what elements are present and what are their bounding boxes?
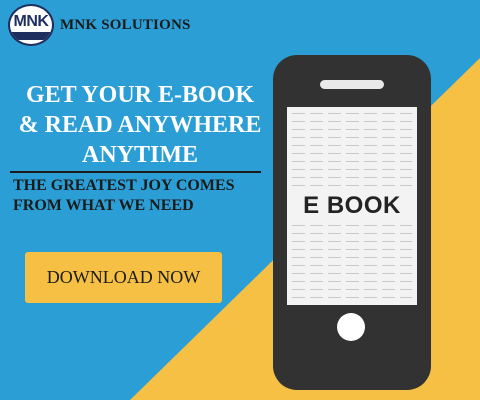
brand-logo: MNK MNK SOLUTIONS (8, 4, 191, 46)
phone-screen: E BOOK (287, 107, 417, 305)
headline: GET YOUR E-BOOK & READ ANYWHERE ANYTIME (6, 80, 274, 170)
smartphone-icon: E BOOK (273, 55, 431, 390)
ebook-screen-label: E BOOK (287, 189, 417, 223)
brand-name: MNK SOLUTIONS (60, 16, 191, 33)
headline-line-2: & READ ANYWHERE (18, 112, 262, 138)
phone-home-button (337, 313, 365, 341)
download-now-button[interactable]: DOWNLOAD NOW (25, 252, 222, 303)
subheadline-line-1: THE GREATEST JOY COMES (13, 177, 235, 194)
logo-badge-strip (10, 32, 52, 40)
phone-speaker (320, 80, 384, 89)
headline-line-1: GET YOUR E-BOOK (25, 82, 255, 108)
headline-line-3: ANYTIME (81, 142, 198, 168)
headline-divider (10, 171, 261, 173)
ebook-ad-banner: MNK MNK SOLUTIONS GET YOUR E-BOOK & READ… (0, 0, 480, 400)
subheadline: THE GREATEST JOY COMES FROM WHAT WE NEED (13, 176, 268, 216)
subheadline-line-2: FROM WHAT WE NEED (13, 197, 194, 214)
logo-badge-text: MNK (13, 13, 49, 30)
mnk-badge-icon: MNK (8, 4, 54, 46)
